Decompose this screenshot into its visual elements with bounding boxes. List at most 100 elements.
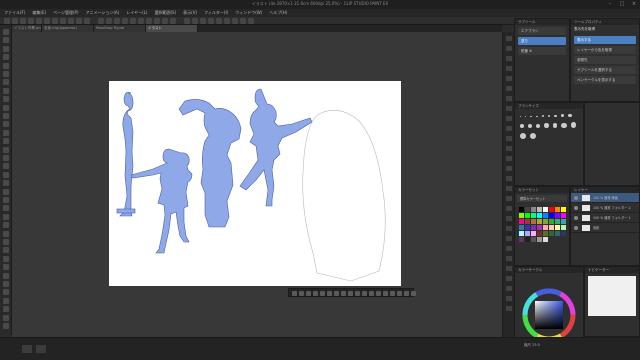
tool-icon[interactable] bbox=[506, 246, 512, 251]
menu-item[interactable]: アニメーション(A) bbox=[86, 10, 120, 16]
color-set-name[interactable]: 標準カラーセット bbox=[517, 195, 567, 202]
tool-icon[interactable] bbox=[3, 129, 9, 136]
tool-icon[interactable] bbox=[3, 213, 9, 220]
tool-icon[interactable] bbox=[3, 314, 9, 321]
tool-icon[interactable] bbox=[3, 146, 9, 153]
command-icon[interactable] bbox=[200, 18, 206, 24]
color-swatch[interactable] bbox=[524, 224, 530, 230]
brush-size-dot[interactable] bbox=[535, 123, 540, 128]
brush-size-dot[interactable] bbox=[561, 122, 567, 128]
tool-icon[interactable] bbox=[506, 216, 512, 221]
tool-icon[interactable] bbox=[3, 323, 9, 329]
layer-row[interactable]: 100 % 通常 線画 bbox=[571, 193, 639, 203]
nav-icon[interactable] bbox=[383, 291, 388, 296]
tool-icon[interactable] bbox=[506, 116, 512, 121]
command-icon[interactable] bbox=[138, 18, 144, 24]
status-button[interactable] bbox=[36, 345, 46, 353]
brush-size-dot[interactable] bbox=[547, 114, 551, 118]
command-icon[interactable] bbox=[232, 18, 238, 24]
nav-icon[interactable] bbox=[355, 291, 360, 296]
command-icon[interactable] bbox=[146, 18, 152, 24]
tool-icon[interactable] bbox=[3, 121, 9, 128]
brush-size-dot[interactable] bbox=[520, 124, 524, 128]
menu-item[interactable]: ファイル(F) bbox=[4, 10, 25, 16]
maximize-icon[interactable]: □ bbox=[616, 1, 628, 8]
nav-icon[interactable] bbox=[362, 291, 367, 296]
command-icon[interactable] bbox=[170, 18, 176, 24]
tool-icon[interactable] bbox=[3, 62, 9, 69]
nav-icon[interactable] bbox=[411, 291, 416, 296]
tool-icon[interactable] bbox=[506, 46, 512, 51]
command-icon[interactable] bbox=[20, 18, 26, 24]
menu-item[interactable]: 編集(E) bbox=[32, 10, 46, 16]
tool-icon[interactable] bbox=[506, 106, 512, 111]
tool-icon[interactable] bbox=[3, 239, 9, 245]
tool-icon[interactable] bbox=[3, 104, 9, 111]
color-swatch[interactable] bbox=[542, 230, 548, 236]
brush-size-dot[interactable] bbox=[520, 116, 521, 118]
color-swatch[interactable] bbox=[518, 224, 524, 230]
nav-icon[interactable] bbox=[341, 291, 346, 296]
color-swatch[interactable] bbox=[524, 236, 530, 242]
nav-icon[interactable] bbox=[348, 291, 353, 296]
tool-icon[interactable] bbox=[3, 230, 9, 237]
color-swatch[interactable] bbox=[554, 212, 560, 218]
nav-icon[interactable] bbox=[390, 291, 395, 296]
color-swatch[interactable] bbox=[548, 224, 554, 230]
command-icon[interactable] bbox=[114, 18, 120, 24]
tool-icon[interactable] bbox=[506, 206, 512, 211]
color-swatch[interactable] bbox=[518, 212, 524, 218]
tool-icon[interactable] bbox=[506, 276, 512, 281]
tool-icon[interactable] bbox=[3, 222, 9, 229]
brush-size-dot[interactable] bbox=[530, 115, 532, 118]
tool-icon[interactable] bbox=[506, 76, 512, 81]
command-icon[interactable] bbox=[60, 18, 66, 24]
command-icon[interactable] bbox=[224, 18, 230, 24]
color-swatch[interactable] bbox=[554, 224, 560, 230]
tool-icon[interactable] bbox=[3, 29, 9, 35]
color-swatch[interactable] bbox=[518, 218, 524, 224]
tool-icon[interactable] bbox=[506, 256, 512, 261]
color-swatch[interactable] bbox=[524, 206, 530, 212]
tool-icon[interactable] bbox=[506, 136, 512, 141]
tool-icon[interactable] bbox=[3, 289, 9, 296]
tool-icon[interactable] bbox=[506, 296, 512, 301]
brush-size-dot[interactable] bbox=[529, 132, 536, 139]
tool-icon[interactable] bbox=[3, 171, 9, 178]
color-swatch[interactable] bbox=[518, 230, 524, 236]
tool-icon[interactable] bbox=[3, 138, 9, 145]
eye-icon[interactable] bbox=[574, 206, 578, 210]
color-swatch[interactable] bbox=[542, 206, 548, 212]
document-tab[interactable]: イラスト作業.png bbox=[12, 25, 42, 32]
color-swatch[interactable] bbox=[530, 224, 536, 230]
tool-icon[interactable] bbox=[3, 197, 9, 203]
tool-icon[interactable] bbox=[506, 36, 512, 41]
navigator-preview[interactable] bbox=[588, 276, 636, 316]
subtool-item[interactable]: 鉛筆 ※ bbox=[518, 47, 566, 55]
color-swatch[interactable] bbox=[560, 224, 566, 230]
nav-icon[interactable] bbox=[404, 291, 409, 296]
command-icon[interactable] bbox=[216, 18, 222, 24]
nav-icon[interactable] bbox=[320, 291, 325, 296]
color-swatch[interactable] bbox=[530, 230, 536, 236]
color-swatch[interactable] bbox=[542, 224, 548, 230]
tool-icon[interactable] bbox=[3, 247, 9, 254]
command-icon[interactable] bbox=[122, 18, 128, 24]
color-swatch[interactable] bbox=[560, 206, 566, 212]
color-swatch[interactable] bbox=[536, 230, 542, 236]
close-icon[interactable]: × bbox=[628, 1, 640, 8]
tool-icon[interactable] bbox=[3, 281, 9, 287]
brush-size-dot[interactable] bbox=[554, 114, 558, 118]
menu-item[interactable]: ウィンドウ(W) bbox=[235, 10, 262, 16]
color-swatch[interactable] bbox=[530, 218, 536, 224]
color-swatch[interactable] bbox=[536, 236, 542, 242]
layer-row[interactable]: 100 % 通常 フォルダー 2 bbox=[571, 203, 639, 213]
color-swatch[interactable] bbox=[524, 212, 530, 218]
status-button[interactable] bbox=[22, 345, 32, 353]
color-swatch[interactable] bbox=[554, 206, 560, 212]
color-swatch[interactable] bbox=[536, 218, 542, 224]
nav-icon[interactable] bbox=[299, 291, 304, 296]
tool-icon[interactable] bbox=[3, 205, 9, 212]
tool-icon[interactable] bbox=[3, 306, 9, 313]
tool-icon[interactable] bbox=[3, 188, 9, 195]
